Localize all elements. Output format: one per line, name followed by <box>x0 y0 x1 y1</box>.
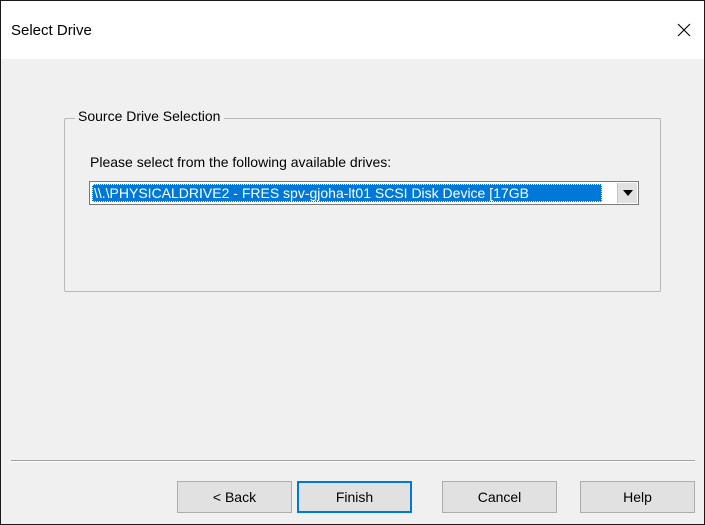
drive-prompt-label: Please select from the following availab… <box>90 154 392 170</box>
finish-button[interactable]: Finish <box>297 481 412 513</box>
groupbox-label: Source Drive Selection <box>75 108 225 124</box>
select-drive-dialog: Select Drive Source Drive Selection Plea… <box>0 0 705 525</box>
source-drive-groupbox <box>64 118 661 292</box>
back-button[interactable]: < Back <box>177 481 292 513</box>
cancel-button[interactable]: Cancel <box>442 481 557 513</box>
close-icon[interactable] <box>664 15 704 45</box>
drive-select-dropdown[interactable]: \\.\PHYSICALDRIVE2 - FRES spv-gjoha-lt01… <box>89 181 639 205</box>
selected-drive-value[interactable]: \\.\PHYSICALDRIVE2 - FRES spv-gjoha-lt01… <box>92 184 602 202</box>
window-title: Select Drive <box>11 22 92 39</box>
button-separator <box>11 460 695 462</box>
title-bar[interactable]: Select Drive <box>1 1 704 59</box>
chevron-down-icon[interactable] <box>617 183 637 203</box>
help-button[interactable]: Help <box>580 481 695 513</box>
